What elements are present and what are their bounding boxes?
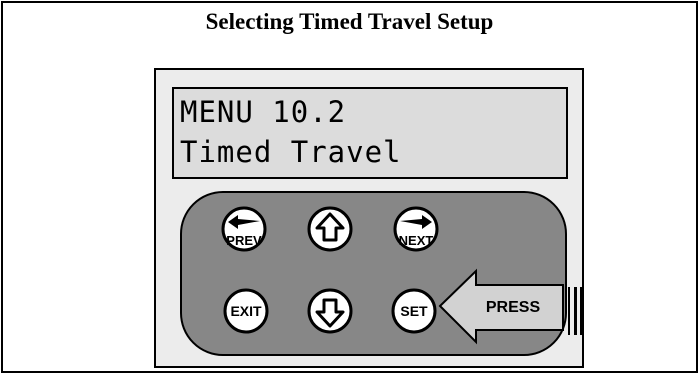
motion-line-1 [568, 287, 570, 335]
prev-label: PREV [226, 233, 262, 248]
up-button[interactable] [307, 206, 353, 252]
next-button[interactable]: NEXT [393, 206, 439, 252]
exit-label: EXIT [230, 303, 262, 319]
down-button[interactable] [307, 288, 353, 334]
press-label: PRESS [486, 299, 541, 316]
next-label: NEXT [399, 233, 434, 248]
set-button[interactable]: SET [391, 288, 437, 334]
motion-line-3 [580, 287, 584, 335]
prev-button[interactable]: PREV [221, 206, 267, 252]
keypad-drawing: PREV NEXT EXIT SET PRESS [180, 191, 584, 356]
motion-line-2 [574, 287, 577, 335]
exit-button[interactable]: EXIT [223, 288, 269, 334]
set-label: SET [400, 303, 428, 319]
